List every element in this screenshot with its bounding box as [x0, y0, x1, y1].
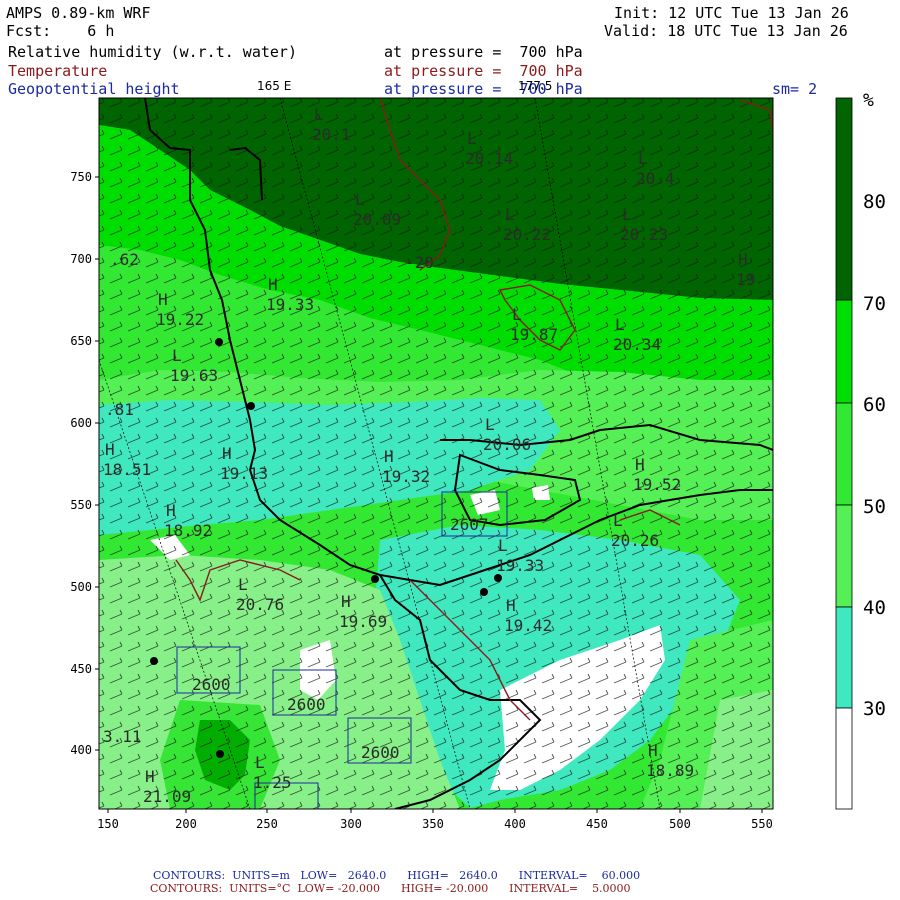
wind-barbs: [99, 98, 773, 809]
x-tick-label: 150: [97, 817, 119, 831]
svg-text:19.33: 19.33: [496, 556, 544, 575]
height-low-value: 2607: [450, 515, 489, 534]
svg-text:19.52: 19.52: [633, 475, 681, 494]
svg-text:19: 19: [736, 270, 755, 289]
y-tick-label: 550: [70, 498, 92, 512]
x-tick-label: 300: [340, 817, 362, 831]
svg-text:L: L: [505, 205, 515, 224]
svg-text:L: L: [485, 415, 495, 434]
humidity-field: [99, 98, 773, 809]
svg-text:L: L: [467, 129, 477, 148]
svg-text:H: H: [145, 767, 155, 786]
svg-text:L: L: [355, 190, 365, 209]
y-tick-label: 500: [70, 580, 92, 594]
svg-text:19.69: 19.69: [339, 612, 387, 631]
x-tick-label: 250: [256, 817, 278, 831]
contour-value-label: .62: [110, 250, 139, 269]
svg-text:L: L: [238, 575, 248, 594]
legend-label: 60: [863, 394, 886, 416]
svg-text:19.22: 19.22: [156, 310, 204, 329]
svg-text:20.23: 20.23: [620, 225, 668, 244]
svg-text:H: H: [384, 447, 394, 466]
legend-swatch: [835, 97, 853, 301]
svg-text:H: H: [158, 290, 168, 309]
svg-text:19.42: 19.42: [504, 616, 552, 635]
svg-text:H: H: [341, 592, 351, 611]
legend-swatch: [835, 299, 853, 404]
x-tick-label: 550: [751, 817, 773, 831]
y-tick-label: 700: [70, 252, 92, 266]
svg-text:19.87: 19.87: [510, 325, 558, 344]
legend-unit: %: [863, 90, 874, 111]
svg-text:H: H: [506, 596, 516, 615]
y-tick-label: 750: [70, 170, 92, 184]
svg-text:H: H: [648, 741, 658, 760]
svg-text:20.4: 20.4: [636, 169, 675, 188]
svg-text:20.14: 20.14: [465, 149, 513, 168]
svg-text:L: L: [255, 753, 265, 772]
svg-text:L: L: [512, 305, 522, 324]
svg-text:H: H: [166, 501, 176, 520]
svg-text:L: L: [314, 105, 324, 124]
legend-swatch: [835, 402, 853, 506]
svg-text:20.26: 20.26: [611, 531, 659, 550]
y-tick-label: 650: [70, 334, 92, 348]
legend-label: 30: [863, 698, 886, 720]
svg-text:20.09: 20.09: [353, 210, 401, 229]
svg-text:20.06: 20.06: [483, 435, 531, 454]
x-tick-label: 450: [586, 817, 608, 831]
svg-text:18.89: 18.89: [646, 761, 694, 780]
svg-text:H: H: [268, 275, 278, 294]
svg-text:21.09: 21.09: [143, 787, 191, 806]
legend-label: 40: [863, 597, 886, 619]
svg-text:L: L: [622, 205, 632, 224]
x-tick-label: 350: [422, 817, 444, 831]
x-tick-label: 500: [669, 817, 691, 831]
svg-text:20.1: 20.1: [312, 125, 351, 144]
svg-text:L: L: [498, 536, 508, 555]
y-tick-label: 450: [70, 662, 92, 676]
svg-text:20.76: 20.76: [236, 595, 284, 614]
legend-swatch: [835, 606, 853, 709]
legend-label: 80: [863, 191, 886, 213]
svg-text:H: H: [222, 444, 232, 463]
svg-text:L: L: [613, 511, 623, 530]
svg-text:19.13: 19.13: [220, 464, 268, 483]
height-low-value: 2600: [192, 675, 231, 694]
svg-text:19.33: 19.33: [266, 295, 314, 314]
y-tick-label: 600: [70, 416, 92, 430]
svg-text:19.63: 19.63: [170, 366, 218, 385]
height-low-value: 2600: [287, 695, 326, 714]
svg-text:20.22: 20.22: [503, 225, 551, 244]
legend-swatch: [835, 504, 853, 608]
legend-label: 50: [863, 496, 886, 518]
svg-text:H: H: [738, 250, 748, 269]
svg-text:1.25: 1.25: [253, 773, 292, 792]
x-tick-label: 200: [175, 817, 197, 831]
contour-value-label: 3.11: [103, 727, 142, 746]
contour-value-label: .81: [105, 400, 134, 419]
height-low-value: 2600: [361, 743, 400, 762]
svg-text:H: H: [105, 440, 115, 459]
map-figure: H19.22H19.33H18.51H19.13H19.32H18.92H19.…: [70, 90, 886, 831]
x-tick-label: 400: [504, 817, 526, 831]
svg-text:H: H: [635, 455, 645, 474]
svg-text:L: L: [615, 315, 625, 334]
svg-text:20.34: 20.34: [613, 335, 661, 354]
height-contour-info: CONTOURS: UNITS=m LOW= 2640.0 HIGH= 2640…: [153, 869, 641, 882]
contour-value-label: -20: [405, 253, 434, 272]
legend-label: 70: [863, 293, 886, 315]
svg-text:19.32: 19.32: [382, 467, 430, 486]
svg-text:18.92: 18.92: [164, 521, 212, 540]
legend-swatch: [835, 707, 853, 810]
y-tick-label: 400: [70, 743, 92, 757]
svg-text:18.51: 18.51: [103, 460, 151, 479]
svg-text:L: L: [638, 149, 648, 168]
svg-text:L: L: [172, 346, 182, 365]
temperature-contour-info: CONTOURS: UNITS=°C LOW= -20.000 HIGH= -2…: [150, 882, 631, 895]
